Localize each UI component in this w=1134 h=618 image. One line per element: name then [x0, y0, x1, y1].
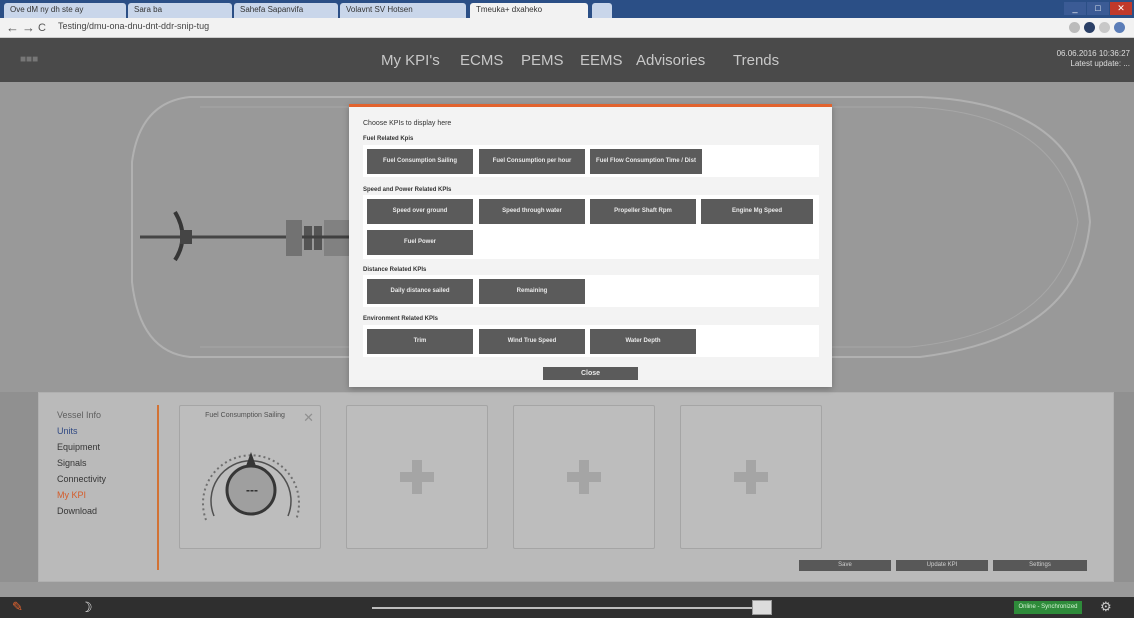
kpi-row: Fuel Consumption Sailing Fuel Consumptio… [363, 145, 819, 177]
kpi-selection-modal: Choose KPIs to display here Fuel Related… [349, 104, 832, 387]
forward-arrow-icon[interactable]: → [22, 20, 35, 36]
kpi-option-button[interactable]: Speed over ground [367, 199, 473, 224]
kpi-option-button[interactable]: Daily distance sailed [367, 279, 473, 304]
kpi-row: Daily distance sailed Remaining [363, 275, 819, 307]
browser-tab-active[interactable]: Tmeuka+ dxaheko [470, 3, 588, 18]
section-title: Environment Related KPIs [363, 316, 439, 322]
star-icon[interactable] [1069, 22, 1080, 33]
browser-tab[interactable]: Volavnt SV Hotsen [340, 3, 466, 18]
kpi-option-button[interactable]: Speed through water [479, 199, 585, 224]
url-input[interactable]: Testing/dmu-ona-dnu-dnt-ddr-snip-tug [58, 21, 209, 31]
kpi-option-button[interactable]: Fuel Flow Consumption Time / Dist [590, 149, 702, 174]
browser-tab[interactable]: Sara ba [128, 3, 232, 18]
datetime-display: 06.06.2016 10:36:27 Latest update: ... [1057, 49, 1130, 69]
status-bar: ✎ ☽ Online - Synchronized ⚙ [0, 597, 1134, 618]
kpi-option-button[interactable]: Trim [367, 329, 473, 354]
kpi-row: Trim Wind True Speed Water Depth [363, 325, 819, 357]
wrench-icon[interactable]: ✎ [12, 599, 23, 615]
nav-pems[interactable]: PEMS [521, 52, 564, 69]
nav-my-kpis[interactable]: My KPI's [381, 52, 440, 69]
settings-icon[interactable]: ⚙ [1100, 599, 1112, 615]
extension-icon[interactable] [1084, 22, 1095, 33]
close-icon[interactable]: ✕ [1110, 2, 1132, 15]
kpi-option-button[interactable]: Propeller Shaft Rpm [590, 199, 696, 224]
minimize-icon[interactable]: _ [1064, 2, 1086, 15]
section-title: Distance Related KPIs [363, 267, 427, 273]
timeline-slider-handle[interactable] [752, 600, 772, 615]
app-header: ■■■ My KPI's ECMS PEMS EEMS Advisories T… [0, 38, 1134, 82]
moon-icon[interactable]: ☽ [80, 599, 93, 616]
browser-tab[interactable]: Sahefa Sapanvifa [234, 3, 338, 18]
nav-ecms[interactable]: ECMS [460, 52, 503, 69]
modal-title: Choose KPIs to display here [363, 120, 452, 127]
browser-tab[interactable]: Ove dM ny dh ste ay [4, 3, 126, 18]
maximize-icon[interactable]: □ [1087, 2, 1109, 15]
kpi-option-button[interactable]: Fuel Consumption Sailing [367, 149, 473, 174]
section-title: Fuel Related Kpis [363, 136, 414, 142]
logo: ■■■ [20, 54, 39, 65]
datetime-line: 06.06.2016 10:36:27 [1056, 49, 1130, 58]
kpi-option-button[interactable]: Engine Mg Speed [701, 199, 813, 224]
browser-tab-strip: Ove dM ny dh ste ay Sara ba Sahefa Sapan… [0, 0, 1134, 18]
update-line: Latest update: ... [1070, 59, 1130, 68]
nav-eems[interactable]: EEMS [580, 52, 623, 69]
close-button[interactable]: Close [543, 367, 638, 380]
nav-trends[interactable]: Trends [733, 52, 779, 69]
back-arrow-icon[interactable]: ← [6, 20, 19, 36]
kpi-option-button[interactable]: Fuel Consumption per hour [479, 149, 585, 174]
kpi-option-button[interactable]: Wind True Speed [479, 329, 585, 354]
status-badge: Online - Synchronized [1014, 601, 1082, 614]
reload-icon[interactable]: C [38, 20, 46, 36]
extension-icon[interactable] [1114, 22, 1125, 33]
address-bar: ← → C Testing/dmu-ona-dnu-dnt-ddr-snip-t… [0, 18, 1134, 38]
kpi-option-button[interactable]: Water Depth [590, 329, 696, 354]
timeline-slider[interactable] [372, 607, 768, 609]
kpi-option-button[interactable]: Fuel Power [367, 230, 473, 255]
extension-icon[interactable] [1099, 22, 1110, 33]
new-tab-button[interactable] [592, 3, 612, 18]
kpi-row: Speed over ground Speed through water Pr… [363, 195, 819, 259]
section-title: Speed and Power Related KPIs [363, 187, 452, 193]
nav-advisories[interactable]: Advisories [636, 52, 705, 69]
kpi-option-button[interactable]: Remaining [479, 279, 585, 304]
